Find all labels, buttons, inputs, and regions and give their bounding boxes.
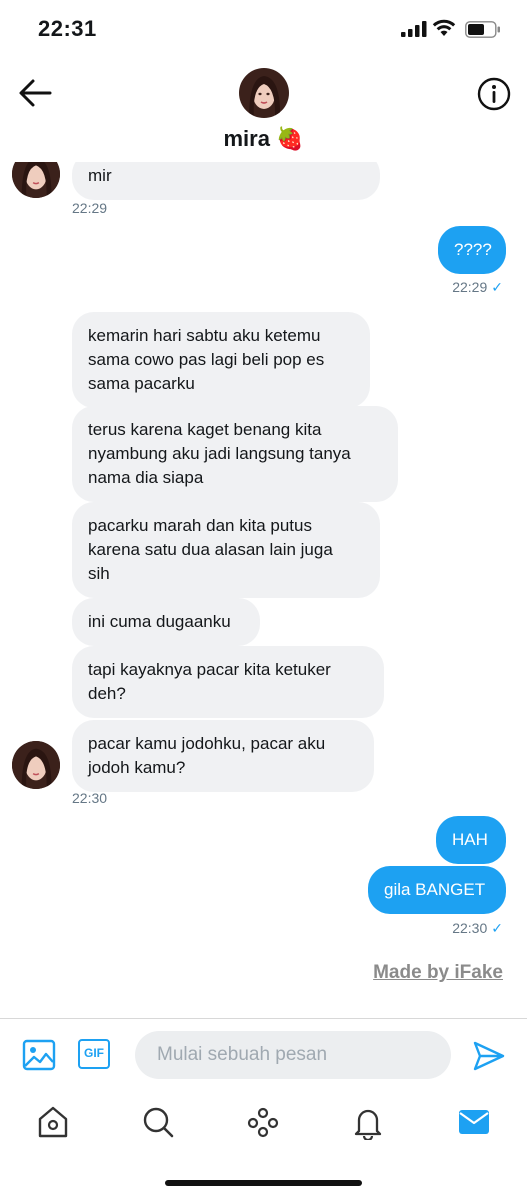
status-time: 22:31 — [38, 16, 97, 41]
wifi-icon — [432, 19, 456, 36]
message-bubble-incoming[interactable]: tapi kayaknya pacar kita ketuker deh? — [72, 646, 384, 718]
contact-name[interactable]: mira 🍓 — [0, 126, 527, 152]
message-bubble-incoming[interactable]: pacarku marah dan kita putus karena satu… — [72, 502, 380, 598]
arrow-left-icon[interactable] — [18, 78, 52, 108]
message-bubble-outgoing[interactable]: HAH — [436, 816, 506, 864]
conversation-header: mira 🍓 — [0, 60, 527, 162]
gif-label: GIF — [84, 1046, 104, 1060]
message-bubble-outgoing[interactable]: gila BANGET — [368, 866, 506, 914]
read-check-icon: ✓ — [491, 279, 503, 295]
bell-icon[interactable] — [350, 1104, 386, 1140]
mail-icon[interactable] — [456, 1104, 492, 1140]
status-bar: 22:31 — [0, 0, 527, 60]
search-icon[interactable] — [140, 1104, 176, 1140]
contact-avatar[interactable] — [239, 68, 289, 118]
message-composer: GIF — [0, 1019, 527, 1091]
info-icon[interactable] — [476, 76, 512, 112]
image-icon[interactable] — [22, 1038, 56, 1072]
home-indicator[interactable] — [165, 1180, 362, 1186]
message-input[interactable] — [135, 1031, 451, 1079]
message-timestamp: 22:29 ✓ — [452, 279, 503, 296]
spaces-icon[interactable] — [245, 1104, 281, 1140]
message-bubble-incoming[interactable]: ini cuma dugaanku — [72, 598, 260, 646]
message-timestamp: 22:29 — [72, 200, 108, 216]
message-bubble-incoming[interactable]: terus karena kaget benang kita nyambung … — [72, 406, 398, 502]
message-bubble-incoming[interactable]: kemarin hari sabtu aku ketemu sama cowo … — [72, 312, 370, 408]
message-timestamp: 22:30 ✓ — [452, 920, 503, 937]
sender-avatar[interactable] — [12, 741, 60, 789]
cellular-signal-icon — [401, 21, 427, 37]
bottom-tab-bar — [0, 1092, 527, 1152]
gif-icon[interactable]: GIF — [78, 1039, 110, 1069]
send-icon[interactable] — [472, 1039, 506, 1073]
message-bubble-outgoing[interactable]: ???? — [438, 226, 506, 274]
message-bubble-incoming[interactable]: pacar kamu jodohku, pacar aku jodoh kamu… — [72, 720, 374, 792]
battery-icon — [465, 21, 500, 38]
home-icon[interactable] — [35, 1104, 71, 1140]
read-check-icon: ✓ — [491, 920, 503, 936]
watermark: Made by iFake — [373, 962, 503, 983]
timestamp-text: 22:29 — [452, 279, 488, 295]
timestamp-text: 22:30 — [452, 920, 488, 936]
message-timestamp: 22:30 — [72, 790, 108, 806]
